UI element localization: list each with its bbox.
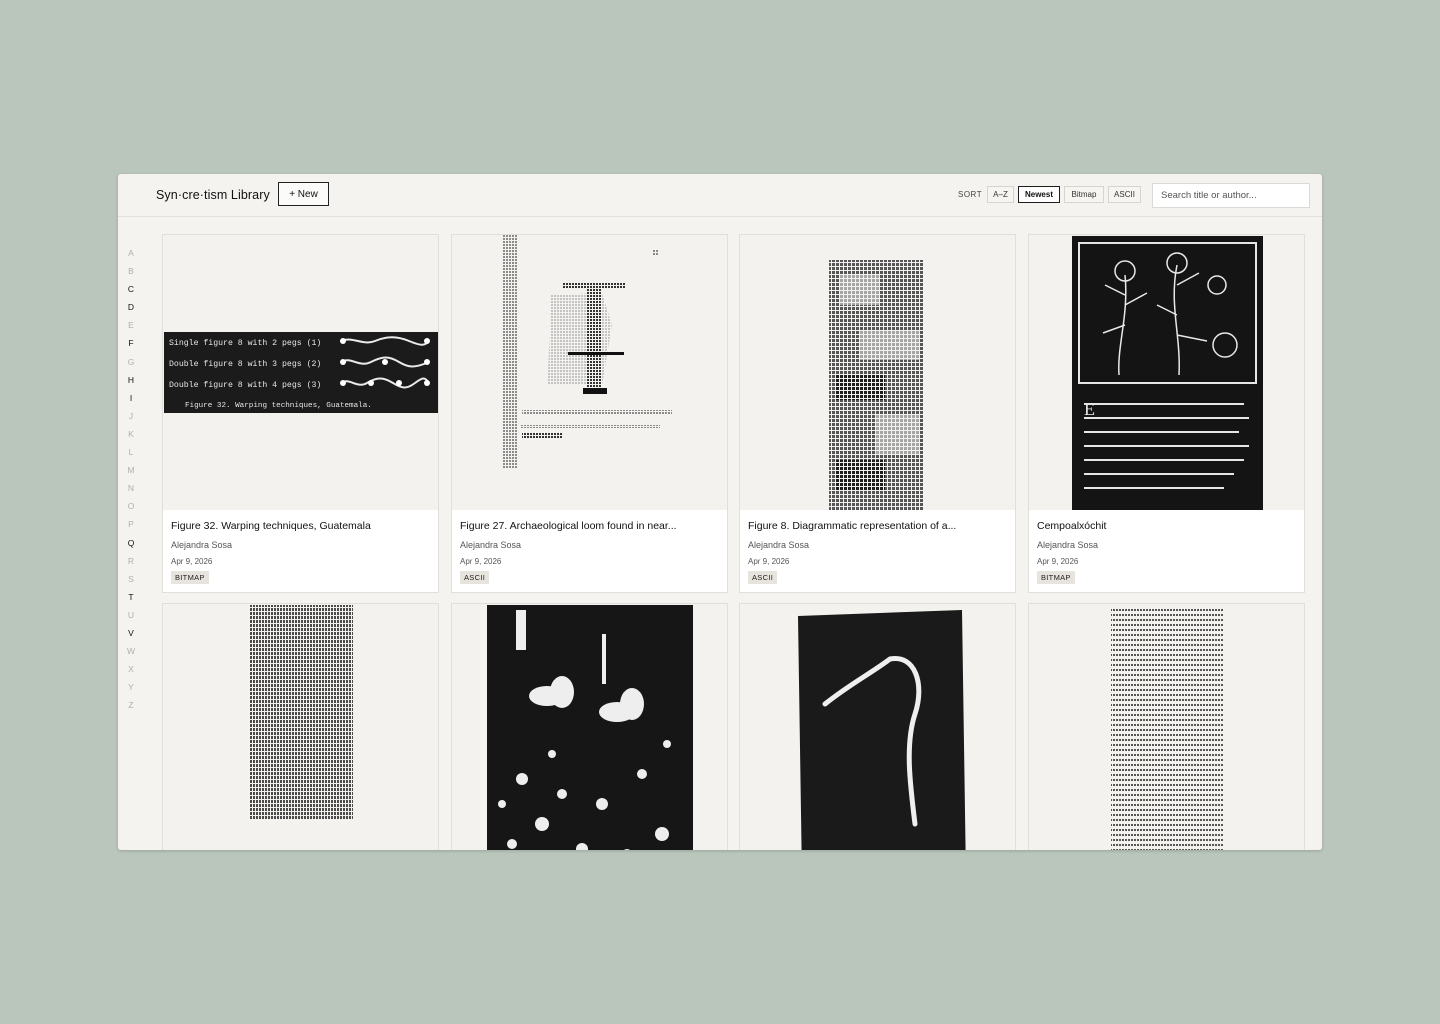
format-badge: ASCII bbox=[748, 571, 778, 584]
card-thumbnail bbox=[1029, 604, 1304, 850]
thumb-caption-line: Double figure 8 with 4 pegs (3) bbox=[169, 380, 321, 390]
library-card[interactable]: Figure 8. Diagrammatic representation of… bbox=[739, 234, 1016, 593]
card-author: Alejandra Sosa bbox=[171, 540, 233, 550]
alphabet-letter-k[interactable]: K bbox=[126, 425, 136, 443]
alphabet-letter-n[interactable]: N bbox=[126, 479, 136, 497]
library-card[interactable]: Single figure 8 with 2 pegs (1) Double f… bbox=[162, 234, 439, 593]
card-meta: Cempoalxóchit Alejandra Sosa Apr 9, 2026… bbox=[1037, 520, 1297, 585]
bitmap-image: E bbox=[1072, 236, 1263, 510]
card-author: Alejandra Sosa bbox=[1037, 540, 1099, 550]
alphabet-letter-f[interactable]: F bbox=[126, 334, 136, 352]
library-card[interactable] bbox=[1028, 603, 1305, 850]
library-card[interactable]: Figure 27. Archaeological loom found in … bbox=[451, 234, 728, 593]
search-input[interactable] bbox=[1152, 183, 1310, 208]
ascii-image bbox=[502, 235, 672, 468]
alphabet-letter-c[interactable]: C bbox=[126, 280, 136, 298]
bitmap-image: Single figure 8 with 2 pegs (1) Double f… bbox=[164, 332, 438, 413]
alphabet-letter-g[interactable]: G bbox=[126, 353, 136, 371]
ascii-image bbox=[829, 260, 923, 510]
card-thumbnail bbox=[740, 235, 1015, 510]
card-date: Apr 9, 2026 bbox=[171, 557, 213, 566]
alphabet-letter-o[interactable]: O bbox=[126, 497, 136, 515]
card-date: Apr 9, 2026 bbox=[748, 557, 790, 566]
format-badge: BITMAP bbox=[1037, 571, 1075, 584]
card-meta: Figure 27. Archaeological loom found in … bbox=[460, 520, 720, 585]
new-button[interactable]: + New bbox=[278, 182, 329, 206]
app-title: Syn·cre·tism Library bbox=[156, 188, 270, 202]
alphabet-letter-b[interactable]: B bbox=[126, 262, 136, 280]
ascii-image bbox=[1111, 606, 1223, 850]
thumb-caption-line: Figure 32. Warping techniques, Guatemala… bbox=[185, 402, 372, 410]
alphabet-letter-u[interactable]: U bbox=[126, 606, 136, 624]
card-thumbnail bbox=[163, 604, 438, 850]
svg-text:E: E bbox=[1084, 399, 1095, 419]
alphabet-letter-v[interactable]: V bbox=[126, 624, 136, 642]
alphabet-letter-w[interactable]: W bbox=[126, 642, 136, 660]
alphabet-letter-m[interactable]: M bbox=[126, 461, 136, 479]
sort-label: SORT bbox=[958, 190, 983, 199]
alphabet-letter-i[interactable]: I bbox=[126, 389, 136, 407]
card-author: Alejandra Sosa bbox=[748, 540, 810, 550]
card-author: Alejandra Sosa bbox=[460, 540, 522, 550]
alphabet-letter-y[interactable]: Y bbox=[126, 678, 136, 696]
alphabet-letter-e[interactable]: E bbox=[126, 316, 136, 334]
alphabet-letter-s[interactable]: S bbox=[126, 570, 136, 588]
sort-newest-button[interactable]: Newest bbox=[1018, 186, 1060, 203]
card-title: Figure 32. Warping techniques, Guatemala bbox=[171, 520, 371, 532]
thumb-caption-line: Single figure 8 with 2 pegs (1) bbox=[169, 338, 321, 348]
bitmap-image bbox=[798, 610, 966, 850]
alphabet-letter-l[interactable]: L bbox=[126, 443, 136, 461]
card-date: Apr 9, 2026 bbox=[1037, 557, 1079, 566]
alphabet-letter-x[interactable]: X bbox=[126, 660, 136, 678]
alphabet-index: ABCDEFGHIJKLMNOPQRSTUVWXYZ bbox=[126, 244, 136, 714]
bitmap-image bbox=[487, 605, 693, 850]
alphabet-letter-q[interactable]: Q bbox=[126, 534, 136, 552]
filter-ascii-button[interactable]: ASCII bbox=[1108, 186, 1141, 203]
library-card[interactable]: E Cempoalxóchit Alejandra Sosa Apr 9, 20… bbox=[1028, 234, 1305, 593]
card-thumbnail: E bbox=[1029, 235, 1304, 510]
library-card[interactable] bbox=[451, 603, 728, 850]
alphabet-letter-t[interactable]: T bbox=[126, 588, 136, 606]
card-thumbnail: Single figure 8 with 2 pegs (1) Double f… bbox=[163, 235, 438, 510]
alphabet-letter-j[interactable]: J bbox=[126, 407, 136, 425]
format-badge: BITMAP bbox=[171, 571, 209, 584]
card-meta: Figure 32. Warping techniques, Guatemala… bbox=[171, 520, 431, 585]
card-thumbnail bbox=[452, 604, 727, 850]
library-window: Syn·cre·tism Library + New SORT A–Z Newe… bbox=[118, 174, 1322, 850]
thumb-caption-line: Double figure 8 with 3 pegs (2) bbox=[169, 359, 321, 369]
library-card[interactable] bbox=[162, 603, 439, 850]
card-thumbnail bbox=[452, 235, 727, 510]
card-title: Figure 27. Archaeological loom found in … bbox=[460, 520, 677, 532]
sort-az-button[interactable]: A–Z bbox=[987, 186, 1014, 203]
library-card[interactable] bbox=[739, 603, 1016, 850]
format-badge: ASCII bbox=[460, 571, 490, 584]
card-title: Figure 8. Diagrammatic representation of… bbox=[748, 520, 957, 532]
ascii-image bbox=[249, 605, 353, 820]
card-date: Apr 9, 2026 bbox=[460, 557, 502, 566]
alphabet-letter-a[interactable]: A bbox=[126, 244, 136, 262]
card-meta: Figure 8. Diagrammatic representation of… bbox=[748, 520, 1008, 585]
card-title: Cempoalxóchit bbox=[1037, 520, 1107, 532]
alphabet-letter-d[interactable]: D bbox=[126, 298, 136, 316]
alphabet-letter-r[interactable]: R bbox=[126, 552, 136, 570]
alphabet-letter-z[interactable]: Z bbox=[126, 696, 136, 714]
card-thumbnail bbox=[740, 604, 1015, 850]
filter-bitmap-button[interactable]: Bitmap bbox=[1064, 186, 1104, 203]
alphabet-letter-h[interactable]: H bbox=[126, 371, 136, 389]
header-bar: Syn·cre·tism Library + New SORT A–Z Newe… bbox=[118, 174, 1322, 217]
alphabet-letter-p[interactable]: P bbox=[126, 515, 136, 533]
